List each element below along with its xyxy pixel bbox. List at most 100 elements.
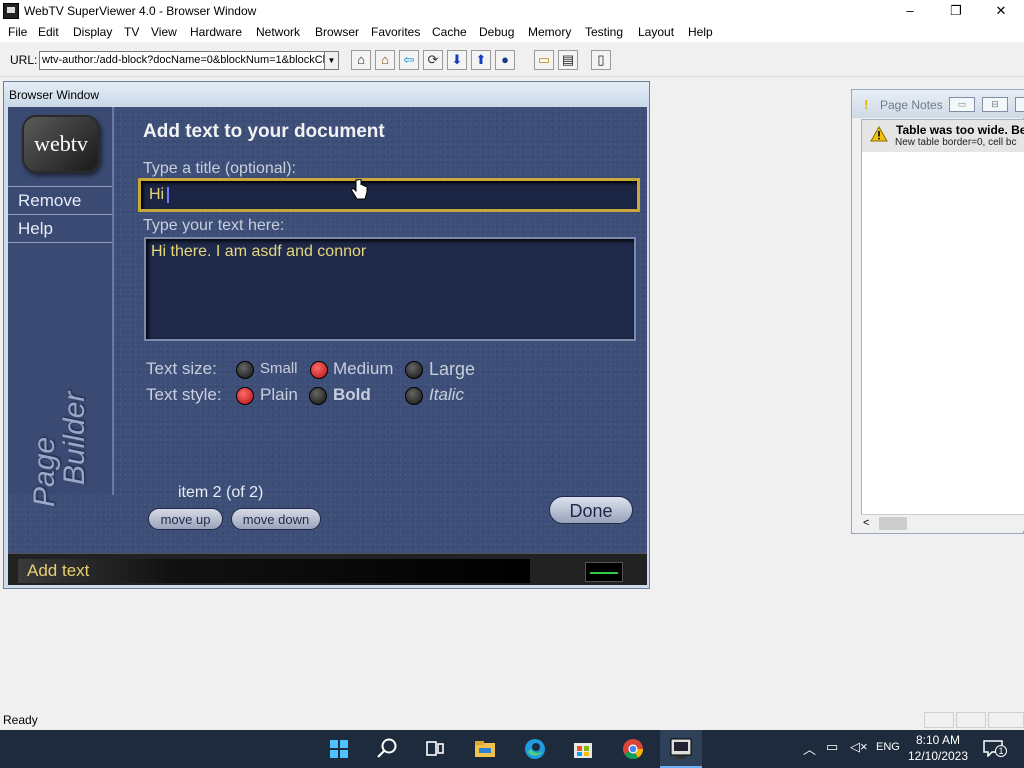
browser-window-title: Browser Window [4, 82, 649, 106]
item-count: item 2 (of 2) [178, 484, 264, 501]
warning-detail: New table border=0, cell bc [895, 137, 1017, 148]
radio-size-small[interactable] [236, 361, 254, 379]
search-icon[interactable] [372, 734, 402, 764]
chrome-icon[interactable] [618, 734, 648, 764]
menu-bar: File Edit Display TV View Hardware Netwo… [0, 22, 1024, 42]
menu-help[interactable]: Help [688, 25, 713, 39]
home-tv-button[interactable]: ⌂ [351, 50, 371, 70]
menu-network[interactable]: Network [256, 25, 300, 39]
edge-icon[interactable] [520, 734, 550, 764]
signal-indicator [585, 562, 623, 582]
clock-time[interactable]: 8:10 AM [904, 733, 972, 747]
option-bold[interactable]: Bold [333, 385, 371, 405]
reload-icon: ⟳ [427, 52, 439, 67]
sidebar-item-remove[interactable]: Remove [8, 186, 112, 214]
notes-restore-button[interactable]: ⊟ [982, 97, 1008, 112]
page-icon: ▯ [597, 52, 605, 67]
move-up-button-tv[interactable]: move up [148, 508, 223, 530]
page-button[interactable]: ▯ [591, 50, 611, 70]
page-notes-title: Page Notes [880, 98, 943, 112]
home-icon: ⌂ [381, 52, 389, 67]
notifications-button[interactable]: 1 [982, 739, 1007, 758]
menu-edit[interactable]: Edit [38, 25, 59, 39]
status-text: Ready [3, 713, 38, 727]
menu-tv[interactable]: TV [124, 25, 139, 39]
notes-close-button[interactable] [1015, 97, 1024, 112]
start-icon[interactable] [324, 734, 354, 764]
option-medium[interactable]: Medium [333, 359, 393, 379]
logo-text: webtv [34, 131, 88, 156]
file-explorer-icon[interactable] [470, 734, 500, 764]
move-up-button[interactable]: ⬆ [471, 50, 491, 70]
radio-style-plain[interactable] [236, 387, 254, 405]
menu-file[interactable]: File [8, 25, 27, 39]
option-small[interactable]: Small [260, 360, 298, 377]
radio-style-bold[interactable] [309, 387, 327, 405]
open-folder-icon: ▭ [537, 52, 551, 67]
page-heading: Add text to your document [143, 121, 385, 142]
menu-view[interactable]: View [151, 25, 177, 39]
radio-style-italic[interactable] [405, 387, 423, 405]
menu-display[interactable]: Display [73, 25, 112, 39]
clock-date[interactable]: 12/10/2023 [904, 749, 972, 763]
url-dropdown-button[interactable]: ▼ [324, 51, 339, 70]
brand-word-builder: Builder [58, 391, 91, 485]
option-plain[interactable]: Plain [260, 385, 298, 405]
warning-row[interactable]: Table was too wide. Be New table border=… [862, 120, 1024, 152]
radio-size-large[interactable] [405, 361, 423, 379]
save-button[interactable]: ▤ [558, 50, 578, 70]
tray-chevron-icon[interactable]: ︿ [803, 739, 816, 758]
warning-triangle-icon [870, 126, 888, 142]
menu-hardware[interactable]: Hardware [190, 25, 242, 39]
home-button[interactable]: ⌂ [375, 50, 395, 70]
title-label: Type a title (optional): [143, 160, 296, 177]
open-button[interactable]: ▭ [534, 50, 554, 70]
language-indicator[interactable]: ENG [876, 741, 900, 753]
notes-minimize-button[interactable]: ▭ [949, 97, 975, 112]
warning-icon: ! [864, 97, 869, 112]
webtv-logo: webtv [22, 115, 100, 173]
window-title: WebTV SuperViewer 4.0 - Browser Window [24, 4, 257, 18]
volume-muted-icon[interactable]: ◁× [850, 739, 868, 755]
taskbar: ︿ ▭ ◁× ENG 8:10 AM 12/10/2023 1 [0, 730, 1024, 768]
reload-button[interactable]: ⟳ [423, 50, 443, 70]
text-area[interactable]: Hi there. I am asdf and connor [144, 237, 636, 341]
sidebar: webtv Remove Help Page Builder [8, 107, 114, 507]
minimize-button[interactable]: – [887, 0, 933, 22]
option-italic[interactable]: Italic [429, 385, 464, 405]
webtv-app-icon [670, 738, 692, 759]
url-input[interactable]: wtv-author:/add-block?docName=0&blockNum… [39, 51, 325, 70]
option-large[interactable]: Large [429, 359, 475, 380]
move-down-button[interactable]: ⬇ [447, 50, 467, 70]
status-pane-1 [924, 712, 954, 728]
menu-browser[interactable]: Browser [315, 25, 359, 39]
url-label: URL: [10, 53, 38, 67]
sidebar-item-help[interactable]: Help [8, 214, 112, 242]
menu-memory[interactable]: Memory [528, 25, 571, 39]
menu-layout[interactable]: Layout [638, 25, 674, 39]
webtv-taskbar-button[interactable] [660, 730, 702, 768]
move-down-button-tv[interactable]: move down [231, 508, 321, 530]
title-input[interactable]: Hi [138, 178, 640, 212]
back-button[interactable]: ⇦ [399, 50, 419, 70]
task-view-icon[interactable] [420, 734, 450, 764]
menu-favorites[interactable]: Favorites [371, 25, 420, 39]
menu-cache[interactable]: Cache [432, 25, 467, 39]
network-icon[interactable]: ▭ [826, 739, 838, 755]
stop-button[interactable]: ● [495, 50, 515, 70]
radio-size-medium[interactable] [310, 361, 328, 379]
store-icon[interactable] [568, 734, 598, 764]
menu-testing[interactable]: Testing [585, 25, 623, 39]
scroll-thumb[interactable] [879, 517, 907, 530]
close-button[interactable]: ✕ [978, 0, 1024, 22]
done-button[interactable]: Done [549, 496, 633, 524]
stop-icon: ● [501, 52, 509, 67]
text-label: Type your text here: [143, 217, 285, 234]
scroll-left-icon[interactable]: < [863, 517, 869, 529]
horizontal-scrollbar[interactable]: < [861, 514, 1024, 531]
status-pane-2 [956, 712, 986, 728]
page-notes-panel: ! Page Notes ▭ ⊟ Table was too wide. Be … [851, 89, 1024, 534]
restore-button[interactable]: ❐ [933, 0, 979, 22]
title-bar: WebTV SuperViewer 4.0 - Browser Window –… [0, 0, 1024, 22]
menu-debug[interactable]: Debug [479, 25, 514, 39]
